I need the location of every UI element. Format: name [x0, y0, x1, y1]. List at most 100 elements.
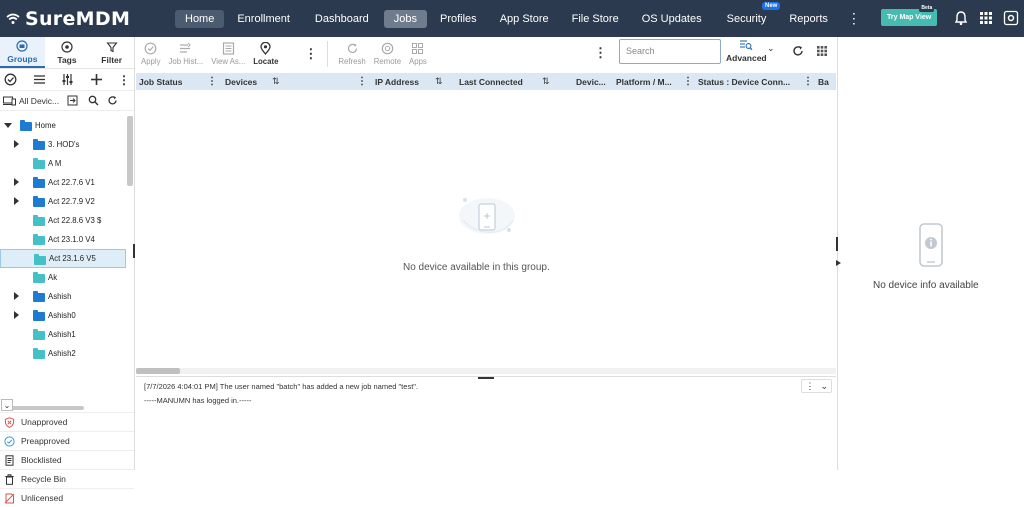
col-status-device-conn[interactable]: Status : Device Conn...: [698, 73, 790, 90]
toolbar-more-icon[interactable]: ⋮: [304, 46, 317, 62]
tab-groups[interactable]: Groups: [0, 37, 45, 68]
left-panel-resize-handle[interactable]: [133, 244, 135, 258]
caret-right-icon[interactable]: [14, 197, 19, 205]
tree-item[interactable]: Home: [0, 116, 126, 135]
advanced-chevron-icon[interactable]: ⌄: [767, 43, 775, 54]
col-devices[interactable]: Devices: [225, 73, 257, 90]
nav-profiles[interactable]: Profiles: [430, 10, 487, 28]
tree-item[interactable]: 3. HOD's: [0, 135, 126, 154]
advanced-search-button[interactable]: Advanced: [726, 39, 767, 63]
nav-more-icon[interactable]: ⋮: [847, 10, 861, 27]
tab-tags[interactable]: Tags: [45, 37, 90, 68]
export-icon[interactable]: [67, 95, 78, 106]
tree-item[interactable]: Ak: [0, 268, 126, 287]
tree-item[interactable]: Act 23.1.6 V5: [0, 249, 126, 268]
col-menu-icon[interactable]: ⋮: [683, 73, 693, 90]
locate-button[interactable]: Locate: [253, 37, 278, 71]
col-last-connected[interactable]: Last Connected: [459, 73, 523, 90]
col-platform[interactable]: Platform / M...: [616, 73, 672, 90]
sort-icon[interactable]: ⇅: [542, 73, 550, 90]
sort-icon[interactable]: ⇅: [435, 73, 443, 90]
preapproved-item[interactable]: Preapproved: [0, 431, 134, 450]
group-more-icon[interactable]: ⋮: [118, 73, 130, 87]
blocklisted-item[interactable]: Blocklisted: [0, 450, 134, 469]
tree-item[interactable]: Ashish2: [0, 344, 126, 363]
try-map-view-button[interactable]: Try Map View Beta: [881, 4, 938, 26]
tree-item[interactable]: Act 22.8.6 V3 $: [0, 211, 126, 230]
nav-reports[interactable]: Reports: [779, 10, 838, 28]
devices-icon: [3, 96, 16, 105]
nav-home[interactable]: Home: [175, 9, 225, 28]
nav-app-store[interactable]: App Store: [490, 10, 559, 28]
tree-item[interactable]: Ashish1: [0, 325, 126, 344]
all-devices-label[interactable]: All Devic...: [19, 96, 59, 106]
tree-item[interactable]: Act 22.7.9 V2: [0, 192, 126, 211]
grid-refresh-icon[interactable]: [792, 45, 804, 57]
refresh-icon[interactable]: [107, 95, 118, 106]
unlicensed-item[interactable]: Unlicensed: [0, 488, 134, 507]
caret-down-icon[interactable]: [4, 123, 12, 128]
job-history-icon: [180, 42, 192, 53]
apps-button[interactable]: Apps: [409, 37, 427, 71]
tree-item[interactable]: Ashish: [0, 287, 126, 306]
nav-dashboard[interactable]: Dashboard: [305, 10, 379, 28]
tree-scrollbar[interactable]: [127, 116, 133, 186]
list-icon[interactable]: [33, 73, 46, 86]
log-line: [7/7/2026 4:04:01 PM] The user named "ba…: [144, 382, 419, 391]
col-battery[interactable]: Ba: [818, 73, 829, 90]
recycle-bin-item[interactable]: Recycle Bin: [0, 469, 134, 488]
view-as-label: View As...: [211, 57, 246, 66]
grid-horizontal-scrollbar[interactable]: [136, 368, 836, 374]
settings-gear-icon[interactable]: [1003, 10, 1019, 26]
tree-item[interactable]: Act 22.7.6 V1: [0, 173, 126, 192]
right-panel-resize-handle[interactable]: [836, 237, 838, 251]
refresh-button[interactable]: Refresh: [338, 37, 366, 71]
job-history-button[interactable]: Job Hist...: [169, 37, 203, 71]
log-more-icon[interactable]: ⋮: [805, 381, 814, 392]
tree-item[interactable]: Ashish0: [0, 306, 126, 325]
col-ip-address[interactable]: IP Address: [375, 73, 419, 90]
add-icon[interactable]: [90, 73, 103, 86]
tree-item[interactable]: Act 23.1.0 V4: [0, 230, 126, 249]
view-as-button[interactable]: View As...: [211, 37, 245, 71]
collapse-button[interactable]: ⌄: [1, 399, 13, 411]
tab-filter-label: Filter: [101, 54, 123, 65]
nav-security[interactable]: Security New: [717, 1, 781, 28]
col-job-status[interactable]: Job Status: [139, 73, 182, 90]
sort-icon[interactable]: ⇅: [272, 73, 280, 90]
tree-horizontal-scrollbar[interactable]: [2, 406, 84, 410]
apps-grid-icon[interactable]: [978, 10, 994, 26]
col-device[interactable]: Devic...: [576, 73, 606, 90]
remote-button[interactable]: Remote: [374, 37, 401, 71]
col-menu-icon[interactable]: ⋮: [357, 73, 367, 90]
expand-right-icon[interactable]: [836, 260, 841, 266]
unapproved-item[interactable]: Unapproved: [0, 412, 134, 431]
caret-right-icon[interactable]: [14, 178, 19, 186]
column-grid-icon[interactable]: [816, 45, 828, 57]
search-input[interactable]: Search: [619, 39, 721, 64]
suremdm-logo[interactable]: SureMDM: [0, 8, 168, 30]
caret-right-icon[interactable]: [14, 140, 19, 148]
check-circle-icon[interactable]: [4, 73, 17, 86]
grid-scroll-thumb[interactable]: [136, 368, 180, 374]
toolbar-more2-icon[interactable]: ⋮: [594, 45, 607, 61]
bell-icon[interactable]: [953, 10, 969, 26]
tab-filter[interactable]: Filter: [89, 37, 134, 68]
tree-item-label: Act 22.7.6 V1: [48, 178, 95, 187]
log-chevron-down-icon[interactable]: ⌄: [820, 381, 828, 392]
col-menu-icon[interactable]: ⋮: [207, 73, 217, 90]
apps-icon: [412, 43, 424, 54]
caret-right-icon[interactable]: [14, 311, 19, 319]
filter-icon: [106, 41, 118, 52]
col-menu-icon[interactable]: ⋮: [803, 73, 813, 90]
nav-jobs[interactable]: Jobs: [383, 9, 427, 28]
apply-button[interactable]: Apply: [141, 37, 161, 71]
caret-right-icon[interactable]: [14, 292, 19, 300]
search-icon[interactable]: [88, 95, 99, 106]
tree-item[interactable]: A M: [0, 154, 126, 173]
nav-enrollment[interactable]: Enrollment: [227, 10, 300, 28]
log-resize-handle[interactable]: [478, 377, 494, 379]
nav-os-updates[interactable]: OS Updates: [632, 10, 712, 28]
nav-file-store[interactable]: File Store: [562, 10, 629, 28]
sliders-icon[interactable]: [61, 73, 74, 86]
